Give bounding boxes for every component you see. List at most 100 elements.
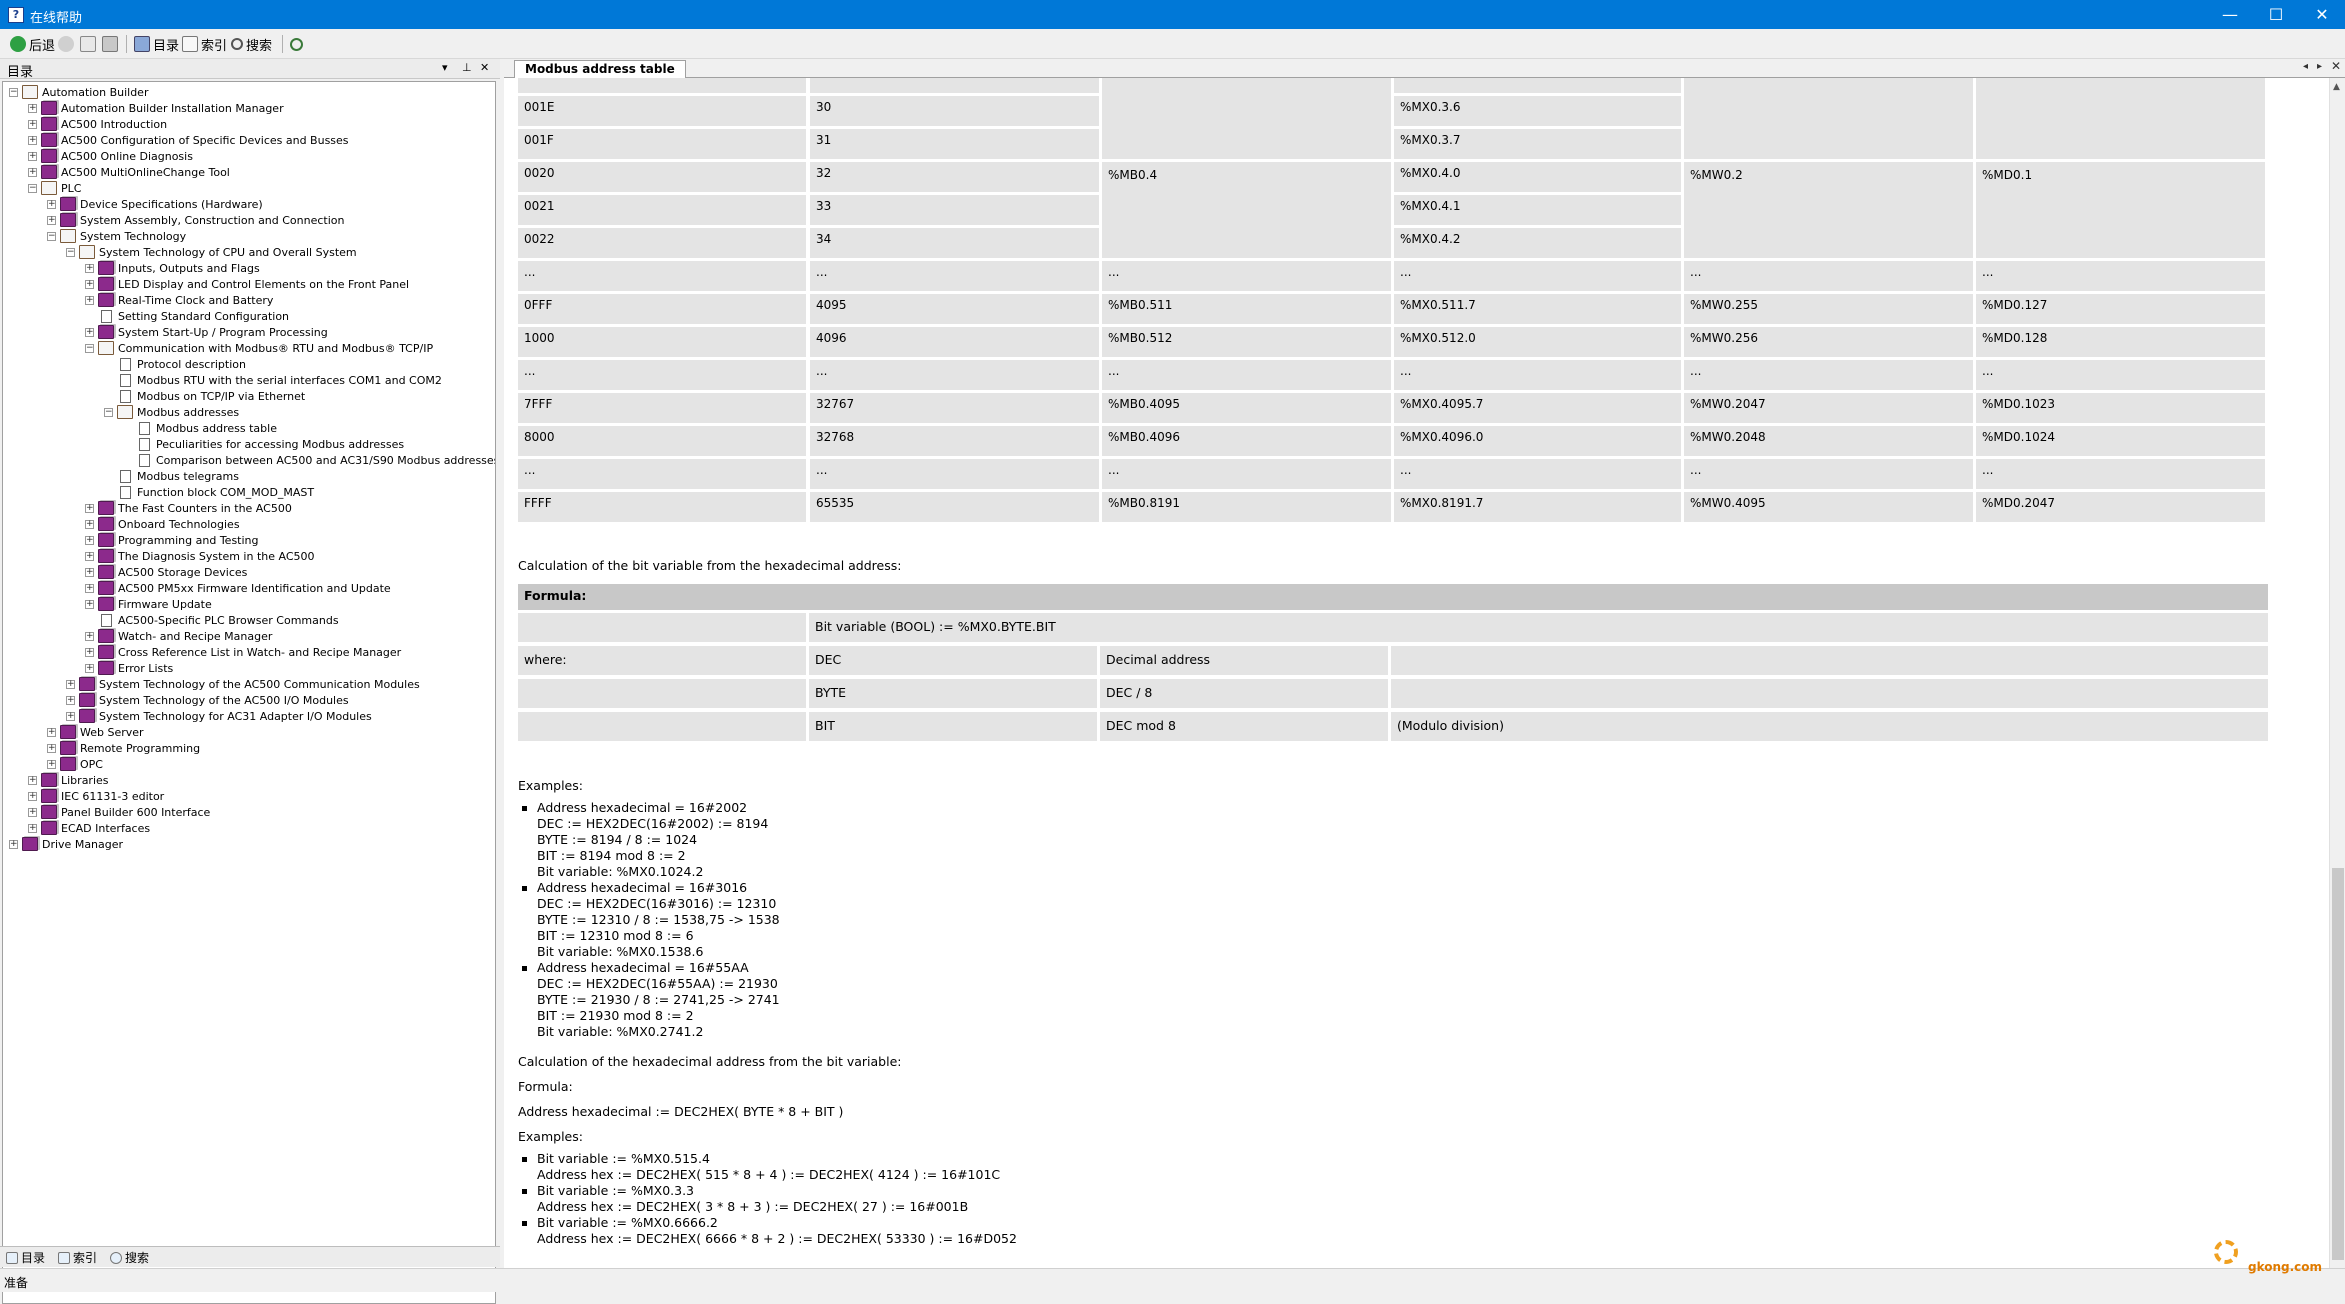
tree-node[interactable]: − PLC — [28, 180, 81, 196]
tree-node[interactable]: − Modbus addresses — [104, 404, 239, 420]
expand-icon[interactable]: + — [28, 103, 37, 113]
tree-node[interactable]: + Web Server — [47, 724, 144, 740]
expand-icon[interactable]: + — [28, 807, 37, 817]
scrollbar-thumb[interactable] — [2332, 868, 2344, 1260]
tree-node[interactable]: + Error Lists — [85, 660, 173, 676]
tree-node[interactable]: + System Assembly, Construction and Conne… — [47, 212, 345, 228]
tree-node[interactable]: + AC500 PM5xx Firmware Identification and… — [85, 580, 391, 596]
tree-node[interactable]: + ECAD Interfaces — [28, 820, 150, 836]
minimize-button[interactable]: — — [2207, 0, 2253, 29]
tree-node[interactable]: + AC500 Online Diagnosis — [28, 148, 193, 164]
tab-scroll-left-icon[interactable]: ◂ — [2303, 61, 2308, 72]
collapse-icon[interactable]: − — [9, 87, 18, 97]
tree-node[interactable]: + System Start-Up / Program Processing — [85, 324, 328, 340]
expand-icon[interactable]: + — [66, 679, 75, 689]
index-button[interactable]: 索引 — [182, 34, 227, 54]
tree-node[interactable]: Protocol description — [104, 356, 246, 372]
expand-icon[interactable]: + — [85, 503, 94, 513]
tab-scroll-right-icon[interactable]: ▸ — [2317, 61, 2322, 72]
tree-node[interactable]: AC500-Specific PLC Browser Commands — [85, 612, 339, 628]
tree-node[interactable]: + LED Display and Control Elements on the… — [85, 276, 409, 292]
expand-icon[interactable]: + — [47, 759, 56, 769]
tab-index[interactable]: 索引 — [58, 1249, 97, 1266]
tree-node[interactable]: + Watch- and Recipe Manager — [85, 628, 272, 644]
home-button[interactable] — [80, 34, 99, 54]
tree-node[interactable]: + Firmware Update — [85, 596, 212, 612]
tree-node[interactable]: + Automation Builder Installation Manager — [28, 100, 284, 116]
tree-node[interactable]: Modbus on TCP/IP via Ethernet — [104, 388, 305, 404]
expand-icon[interactable]: + — [85, 583, 94, 593]
expand-icon[interactable]: + — [9, 839, 18, 849]
vertical-scrollbar[interactable]: ▲ — [2329, 78, 2345, 1268]
pane-close-icon[interactable]: ✕ — [480, 61, 489, 74]
tree-node[interactable]: Peculiarities for accessing Modbus addre… — [123, 436, 404, 452]
collapse-icon[interactable]: − — [85, 343, 94, 353]
tree-node[interactable]: + The Diagnosis System in the AC500 — [85, 548, 315, 564]
expand-icon[interactable]: + — [47, 215, 56, 225]
tree-node[interactable]: Function block COM_MOD_MAST — [104, 484, 314, 500]
tree-node[interactable]: + Libraries — [28, 772, 109, 788]
tab-modbus-address-table[interactable]: Modbus address table — [514, 60, 686, 78]
print-button[interactable] — [102, 34, 121, 54]
tree-node[interactable]: + Drive Manager — [9, 836, 123, 852]
expand-icon[interactable]: + — [85, 663, 94, 673]
expand-icon[interactable]: + — [85, 599, 94, 609]
tree-node[interactable]: + System Technology of the AC500 Communic… — [66, 676, 420, 692]
expand-icon[interactable]: + — [28, 119, 37, 129]
collapse-icon[interactable]: − — [66, 247, 75, 257]
tree-node[interactable]: − System Technology of CPU and Overall Sy… — [66, 244, 357, 260]
tree-node[interactable]: + OPC — [47, 756, 103, 772]
expand-icon[interactable]: + — [28, 823, 37, 833]
tree-node[interactable]: + Device Specifications (Hardware) — [47, 196, 263, 212]
tree-node[interactable]: + Panel Builder 600 Interface — [28, 804, 210, 820]
expand-icon[interactable]: + — [85, 295, 94, 305]
sync-button[interactable] — [290, 34, 306, 54]
tree-node[interactable]: − Communication with Modbus® RTU and Modb… — [85, 340, 433, 356]
expand-icon[interactable]: + — [85, 519, 94, 529]
tree-node[interactable]: Comparison between AC500 and AC31/S90 Mo… — [123, 452, 495, 468]
close-window-button[interactable]: ✕ — [2299, 0, 2345, 29]
tree-node[interactable]: + System Technology of the AC500 I/O Modu… — [66, 692, 349, 708]
expand-icon[interactable]: + — [28, 167, 37, 177]
tree-node[interactable]: + System Technology for AC31 Adapter I/O … — [66, 708, 372, 724]
tree-node[interactable]: + AC500 MultiOnlineChange Tool — [28, 164, 230, 180]
expand-icon[interactable]: + — [85, 535, 94, 545]
tree-node[interactable]: Modbus RTU with the serial interfaces CO… — [104, 372, 442, 388]
tree-node[interactable]: Modbus telegrams — [104, 468, 239, 484]
tree-node[interactable]: + AC500 Introduction — [28, 116, 167, 132]
expand-icon[interactable]: + — [28, 775, 37, 785]
expand-icon[interactable]: + — [28, 135, 37, 145]
expand-icon[interactable]: + — [28, 151, 37, 161]
search-button[interactable]: 搜索 — [231, 34, 272, 54]
expand-icon[interactable]: + — [47, 727, 56, 737]
tree-node[interactable]: + The Fast Counters in the AC500 — [85, 500, 292, 516]
pin-icon[interactable]: ⊥ — [462, 61, 472, 74]
tree-node[interactable]: Setting Standard Configuration — [85, 308, 289, 324]
expand-icon[interactable]: + — [47, 743, 56, 753]
tree-node[interactable]: Modbus address table — [123, 420, 277, 436]
tree-node[interactable]: + Inputs, Outputs and Flags — [85, 260, 260, 276]
collapse-icon[interactable]: − — [104, 407, 113, 417]
expand-icon[interactable]: + — [47, 199, 56, 209]
collapse-icon[interactable]: − — [47, 231, 56, 241]
expand-icon[interactable]: + — [85, 263, 94, 273]
tree-node[interactable]: + Onboard Technologies — [85, 516, 240, 532]
collapse-icon[interactable]: − — [28, 183, 37, 193]
scroll-up-icon[interactable]: ▲ — [2333, 82, 2340, 92]
tree-node[interactable]: + IEC 61131-3 editor — [28, 788, 164, 804]
expand-icon[interactable]: + — [66, 695, 75, 705]
tree-node[interactable]: − System Technology — [47, 228, 186, 244]
tree-node[interactable]: + Remote Programming — [47, 740, 200, 756]
tab-close-icon[interactable]: ✕ — [2331, 59, 2341, 73]
tree-node[interactable]: + Cross Reference List in Watch- and Reci… — [85, 644, 401, 660]
tree-node[interactable]: − Automation Builder — [9, 84, 148, 100]
tab-search[interactable]: 搜索 — [110, 1249, 149, 1266]
contents-tree[interactable]: − Automation Builder + Automation Builder I… — [2, 81, 496, 1304]
expand-icon[interactable]: + — [28, 791, 37, 801]
expand-icon[interactable]: + — [85, 647, 94, 657]
expand-icon[interactable]: + — [66, 711, 75, 721]
tree-node[interactable]: + Programming and Testing — [85, 532, 259, 548]
expand-icon[interactable]: + — [85, 631, 94, 641]
expand-icon[interactable]: + — [85, 279, 94, 289]
tree-node[interactable]: + AC500 Configuration of Specific Devices… — [28, 132, 349, 148]
